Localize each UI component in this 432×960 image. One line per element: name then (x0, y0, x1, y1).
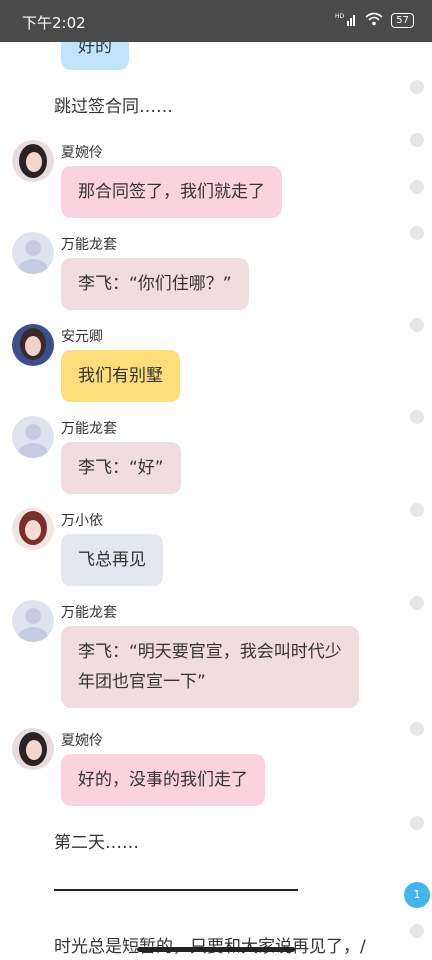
message-bubble[interactable]: 好的，没事的我们走了 (61, 754, 265, 806)
message-text: 李飞：“好” (78, 458, 164, 478)
status-bar: 下午2:02 HD 57 (0, 0, 432, 42)
message-text: 李飞：“你们住哪？” (78, 274, 232, 294)
person-placeholder-icon (18, 240, 48, 274)
signal-icon: HD (335, 11, 357, 30)
sender-name: 万能龙套 (61, 605, 117, 621)
message-marker-dot[interactable] (410, 318, 424, 332)
avatar[interactable] (12, 140, 54, 182)
person-placeholder-icon (18, 424, 48, 458)
message-marker-dot[interactable] (410, 410, 424, 424)
chat-content: 好的 跳过签合同…… 夏婉伶 那合同签了，我们就走了 万能龙套 李飞：“你们住哪… (0, 0, 432, 960)
message-bubble[interactable]: 李飞：“好” (61, 442, 181, 494)
sender-name: 安元卿 (61, 329, 103, 345)
message-marker-dot[interactable] (410, 226, 424, 240)
avatar-photo-icon (12, 728, 54, 770)
sender-name: 夏婉伶 (61, 145, 103, 161)
message-marker-dot[interactable] (410, 722, 424, 736)
message-text-line: 年团也官宣一下” (78, 672, 206, 692)
sender-name: 夏婉伶 (61, 733, 103, 749)
message-bubble[interactable]: 那合同签了，我们就走了 (61, 166, 282, 218)
divider-line (54, 889, 298, 891)
message-marker-dot[interactable] (410, 80, 424, 94)
avatar[interactable] (12, 324, 54, 366)
message-text: 那合同签了，我们就走了 (78, 182, 265, 202)
message-marker-dot[interactable] (410, 133, 424, 147)
sender-name: 万能龙套 (61, 237, 117, 253)
message-text: 好的，没事的我们走了 (78, 770, 248, 790)
message-marker-dot[interactable] (410, 816, 424, 830)
sender-name: 万能龙套 (61, 421, 117, 437)
message-bubble[interactable]: 李飞：“你们住哪？” (61, 258, 249, 310)
narration-text: 时光总是短暂的，只要和大家说再见了，/ (54, 932, 366, 957)
message-marker-dot[interactable] (410, 596, 424, 610)
message-bubble[interactable]: 我们有别墅 (61, 350, 180, 402)
avatar[interactable] (12, 728, 54, 770)
avatar-photo-icon (12, 324, 54, 366)
message-text: 我们有别墅 (78, 366, 163, 386)
message-bubble[interactable]: 飞总再见 (61, 534, 163, 586)
avatar-photo-icon (12, 140, 54, 182)
message-text-line: 李飞：“明天要官宣，我会叫时代少 (78, 642, 342, 662)
avatar-photo-icon (12, 508, 54, 550)
message-bubble[interactable]: 李飞：“明天要官宣，我会叫时代少 年团也官宣一下” (61, 626, 359, 708)
message-marker-dot[interactable] (410, 180, 424, 194)
avatar[interactable] (12, 232, 54, 274)
sender-name: 万小依 (61, 513, 103, 529)
message-marker-dot[interactable] (410, 924, 424, 938)
battery-icon: 57 (391, 13, 414, 28)
wifi-icon (365, 11, 383, 30)
status-time: 下午2:02 (22, 14, 86, 32)
avatar[interactable] (12, 508, 54, 550)
svg-text:HD: HD (335, 13, 345, 20)
scroll-count-badge[interactable]: 1 (404, 882, 430, 908)
home-indicator[interactable] (137, 947, 295, 952)
narration-text: 跳过签合同…… (54, 97, 173, 117)
narration-text: 第二天…… (54, 833, 139, 853)
message-marker-dot[interactable] (410, 503, 424, 517)
person-placeholder-icon (18, 608, 48, 642)
avatar[interactable] (12, 600, 54, 642)
avatar[interactable] (12, 416, 54, 458)
message-text: 飞总再见 (78, 550, 146, 570)
